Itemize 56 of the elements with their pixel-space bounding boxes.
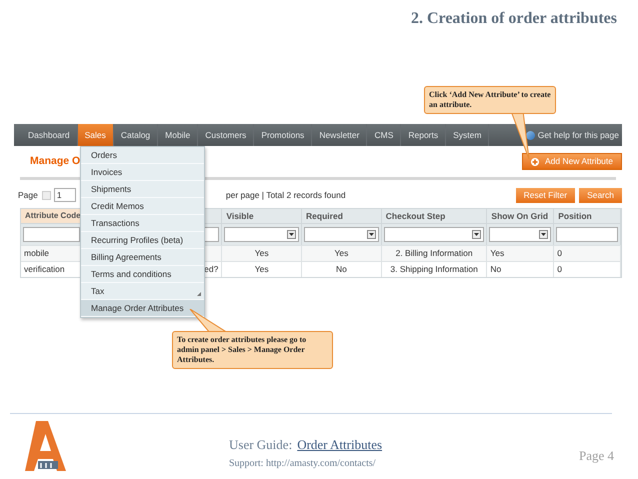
- column-header[interactable]: Required: [306, 210, 343, 222]
- table-cell: mobile: [24, 247, 50, 260]
- filter-dropdown[interactable]: [304, 227, 379, 242]
- table-cell: Yes: [254, 263, 269, 276]
- page-heading: Manage O: [30, 154, 80, 169]
- guide-label: User Guide:: [229, 436, 292, 454]
- menu-item[interactable]: Credit Memos: [81, 198, 204, 215]
- previous-page-icon: [42, 190, 51, 200]
- page-number-field[interactable]: 1: [54, 188, 76, 202]
- filter-dropdown[interactable]: [384, 227, 484, 242]
- dropdown-arrow-icon: [287, 230, 296, 239]
- submenu-arrow-icon: [197, 292, 201, 296]
- column-header[interactable]: Show On Grid: [491, 210, 548, 222]
- table-cell: Yes: [254, 247, 269, 260]
- column-header[interactable]: Checkout Step: [386, 210, 446, 222]
- pager-label: Page: [18, 188, 38, 202]
- menu-item[interactable]: Billing Agreements: [81, 249, 204, 266]
- menu-item[interactable]: Shipments: [81, 181, 204, 198]
- slide-title: 2. Creation of order attributes: [410, 9, 617, 29]
- dropdown-arrow-icon: [472, 230, 482, 239]
- nav-tab[interactable]: CMS: [367, 124, 402, 146]
- table-cell: 0: [557, 263, 562, 276]
- table-cell: Yes: [490, 247, 504, 260]
- nav-tab[interactable]: Newsletter: [312, 124, 368, 146]
- nav-tab[interactable]: Promotions: [254, 124, 312, 146]
- dropdown-arrow-icon: [366, 230, 376, 239]
- menu-item[interactable]: Manage Order Attributes: [81, 300, 204, 317]
- nav-tab[interactable]: System: [446, 124, 490, 146]
- column-header[interactable]: Position: [558, 210, 592, 222]
- dropdown-arrow-icon: [539, 230, 548, 239]
- filter-dropdown[interactable]: [489, 227, 552, 242]
- table-cell: No: [490, 263, 502, 276]
- nav-tab[interactable]: Sales: [78, 124, 114, 146]
- table-cell: 2. Billing Information: [396, 247, 473, 260]
- table-cell: 0: [557, 247, 562, 260]
- help-link[interactable]: Get help for this page: [538, 128, 619, 142]
- page-number: Page 4: [578, 447, 614, 465]
- filter-dropdown[interactable]: [224, 227, 300, 242]
- support-text: Support: http://amasty.com/contacts/: [229, 456, 377, 470]
- table-cell: No: [336, 263, 347, 276]
- pager-info: per page | Total 2 records found: [226, 188, 346, 202]
- column-header[interactable]: Visible: [226, 210, 254, 222]
- filter-field[interactable]: [23, 227, 80, 242]
- nav-tab[interactable]: Reports: [401, 124, 446, 146]
- amasty-logo-icon: [22, 421, 66, 471]
- table-cell: verification: [24, 263, 65, 276]
- menu-item[interactable]: Orders: [81, 147, 204, 164]
- menu-item[interactable]: Terms and conditions: [81, 266, 204, 283]
- menu-item[interactable]: Recurring Profiles (beta): [81, 232, 204, 249]
- plus-icon: [530, 158, 539, 166]
- menu-item[interactable]: Invoices: [81, 164, 204, 181]
- table-cell: Yes: [334, 247, 348, 260]
- filter-field[interactable]: [556, 227, 618, 242]
- guide-link[interactable]: Order Attributes: [297, 435, 382, 454]
- table-cell: 3. Shipping Information: [390, 263, 478, 276]
- menu-item[interactable]: Transactions: [81, 215, 204, 232]
